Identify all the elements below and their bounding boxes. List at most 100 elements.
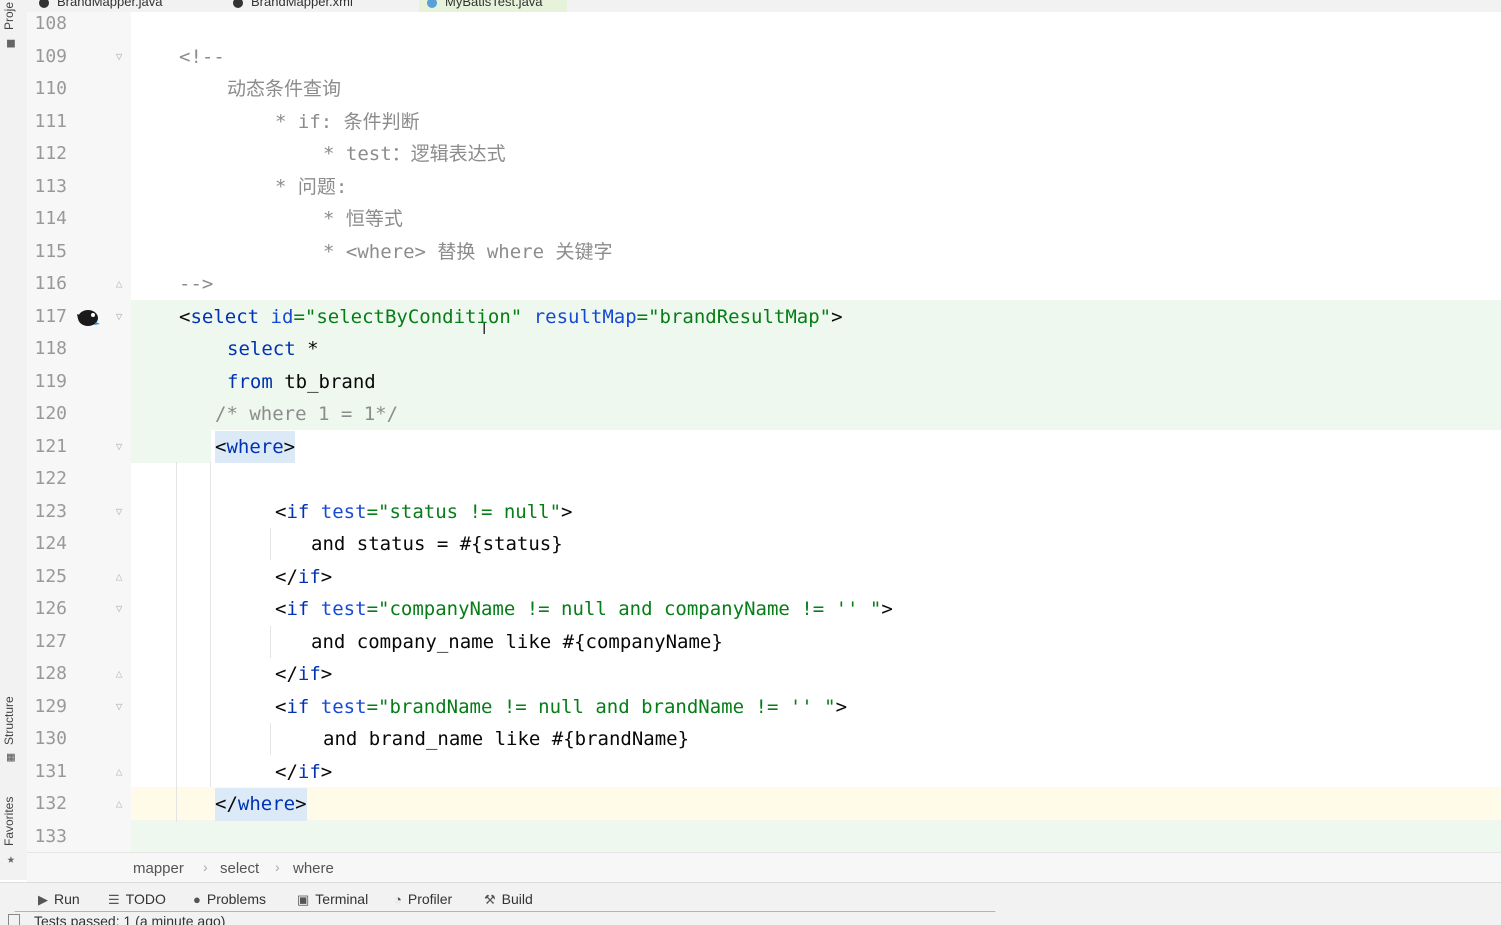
line-number: 108	[34, 13, 67, 34]
run-tool-button[interactable]: ▶ Run	[38, 891, 80, 908]
tag-bracket: </	[215, 793, 238, 815]
tag-name: if	[286, 598, 310, 620]
where-open-tag: <where>	[215, 430, 296, 463]
sql-comment: /* where 1 = 1*/	[215, 403, 399, 425]
tag-bracket: >	[283, 435, 296, 458]
tag-bracket: <	[275, 695, 287, 718]
sql-keyword: select	[227, 338, 296, 360]
line-number: 115	[34, 240, 67, 262]
fold-open-icon[interactable]: ▽	[113, 603, 125, 615]
attr-value: "companyName != null and companyName != …	[378, 598, 882, 620]
terminal-icon: ▣	[297, 892, 310, 907]
fold-open-icon[interactable]: ▽	[113, 440, 125, 453]
fold-open-icon[interactable]: ▽	[113, 310, 125, 323]
code-line: 120 /* where 1 = 1*/	[0, 398, 1501, 431]
mybatis-bird-icon[interactable]	[74, 306, 100, 328]
todo-tool-button[interactable]: ☰ TODO	[108, 891, 166, 908]
sql-text: and brand_name like #{brandName}	[323, 728, 690, 750]
build-tool-button[interactable]: ⚒ Build	[484, 891, 533, 908]
attr-equals: =	[366, 500, 379, 523]
line-number: 129	[34, 695, 67, 717]
text-cursor-icon: I	[482, 321, 487, 338]
code-line: 122	[0, 463, 1501, 496]
line-number: 122	[34, 468, 67, 489]
attr-name: test	[320, 598, 367, 620]
tool-window-bar: ▶ Run ☰ TODO ● Problems ▣ Terminal ◔ Profiler…	[0, 882, 1501, 913]
fold-close-icon[interactable]: △	[113, 668, 125, 680]
code-line: 112 * test：逻辑表达式	[0, 138, 1501, 171]
attr-value: "brandName != null and brandName != '' "	[378, 695, 836, 718]
tag-bracket: </	[275, 663, 298, 685]
tag-name: if	[297, 760, 321, 783]
tag-bracket: >	[295, 793, 307, 815]
code-line: 111 * if: 条件判断	[0, 106, 1501, 139]
fold-close-icon[interactable]: △	[113, 798, 125, 810]
fold-open-icon[interactable]: ▽	[113, 50, 125, 63]
breadcrumb-item-mapper[interactable]: mapper	[133, 860, 184, 877]
line-number: 114	[34, 208, 67, 229]
problems-tool-button[interactable]: ● Problems	[193, 891, 266, 907]
code-line: 115 * <where> 替换 where 关键字	[0, 236, 1501, 269]
test-class-icon	[427, 0, 437, 8]
line-number: 120	[34, 403, 67, 424]
code-line: 133	[0, 821, 1501, 854]
code-line: 128 △ </if>	[0, 658, 1501, 691]
terminal-tool-button[interactable]: ▣ Terminal	[297, 891, 368, 908]
line-number: 132	[34, 793, 67, 814]
comment-text: <!--	[179, 45, 225, 68]
problems-icon: ●	[193, 892, 201, 907]
if-tag-line: <if test="status != null">	[275, 496, 573, 529]
tag-name: if	[297, 565, 321, 588]
fold-open-icon[interactable]: ▽	[113, 700, 125, 713]
mybatis-file-icon	[233, 0, 243, 8]
tag-bracket: >	[835, 695, 848, 718]
profiler-tool-button[interactable]: ◔ Profiler	[394, 891, 452, 907]
attr-value: "status != null"	[378, 500, 562, 523]
if-tag-line: <if test="brandName != null and brandNam…	[275, 691, 847, 724]
build-label: Build	[501, 891, 533, 907]
code-line: 127 and company_name like #{companyName}	[0, 626, 1501, 659]
star-icon[interactable]: ★	[7, 852, 15, 867]
profiler-label: Profiler	[407, 891, 453, 907]
code-line: 108	[0, 8, 1501, 41]
tag-name: where	[226, 435, 284, 458]
line-number: 113	[34, 175, 67, 197]
status-text: Tests passed: 1 (a minute ago)	[34, 913, 226, 925]
tag-bracket: >	[831, 305, 843, 328]
attr-name: resultMap	[533, 305, 637, 328]
fold-close-icon[interactable]: △	[113, 765, 125, 778]
tag-bracket: >	[320, 565, 333, 588]
sql-text: *	[295, 338, 319, 360]
select-tag-line: <select id="selectByCondition" resultMap…	[179, 301, 843, 334]
fold-open-icon[interactable]: ▽	[113, 505, 125, 518]
profiler-icon: ◔	[394, 892, 402, 907]
status-checkbox-icon	[8, 914, 20, 925]
breadcrumb: mapper › select › where	[27, 852, 1501, 883]
sql-text: and company_name like #{companyName}	[311, 630, 723, 653]
line-number: 131	[34, 760, 67, 782]
attr-equals: =	[636, 305, 649, 328]
tag-bracket: </	[275, 760, 298, 783]
where-close-tag: </where>	[215, 788, 307, 821]
attr-value: "brandResultMap"	[648, 305, 832, 328]
code-line: 131 △ </if>	[0, 756, 1501, 789]
tag-bracket: <	[275, 598, 287, 620]
line-number: 112	[34, 143, 67, 164]
code-line: 125 △ </if>	[0, 561, 1501, 594]
terminal-label: Terminal	[315, 891, 369, 907]
breadcrumb-item-select[interactable]: select	[220, 860, 259, 877]
code-line: 118 select *	[0, 333, 1501, 366]
fold-close-icon[interactable]: △	[113, 278, 125, 290]
line-number: 125	[34, 565, 67, 587]
breadcrumb-item-where[interactable]: where	[293, 860, 334, 877]
code-line: 117 ▽ <select id="selectByCondition" res…	[0, 301, 1501, 334]
play-icon: ▶	[38, 892, 48, 907]
run-label: Run	[54, 891, 80, 907]
tag-bracket: <	[179, 305, 191, 328]
line-number: 117	[34, 305, 67, 327]
line-number: 127	[34, 630, 67, 652]
fold-close-icon[interactable]: △	[113, 570, 125, 583]
